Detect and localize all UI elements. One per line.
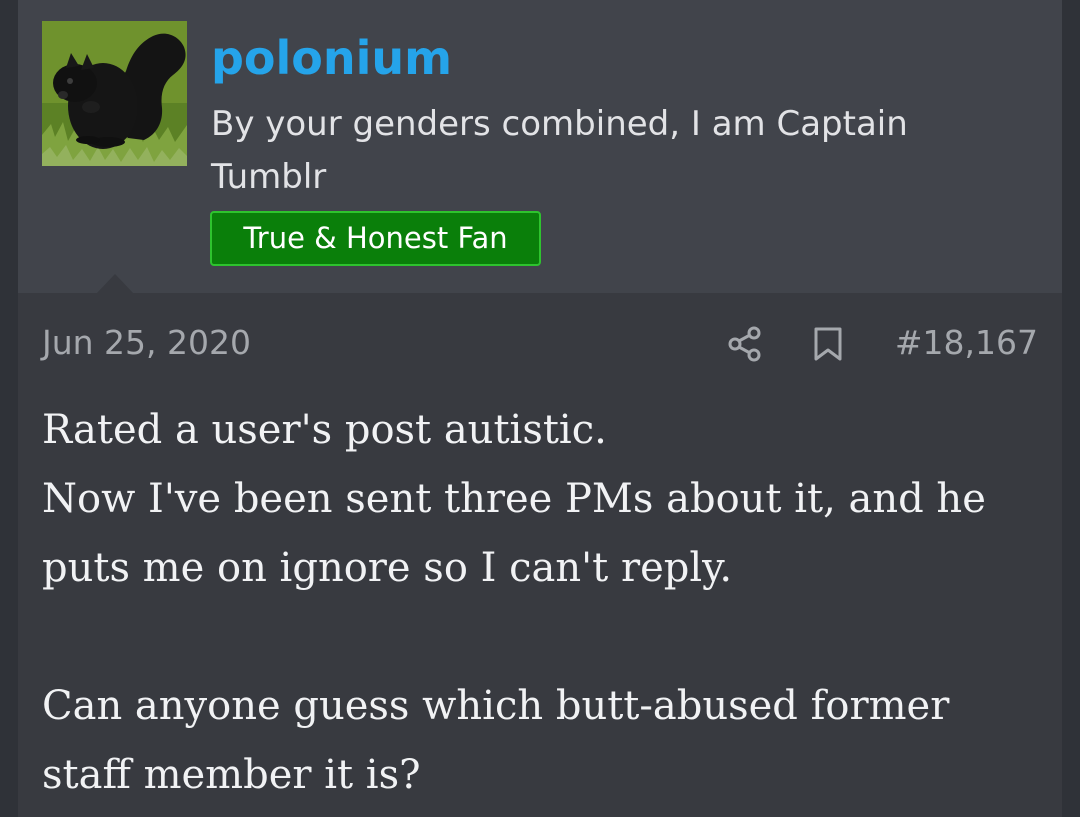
forum-post: polonium By your genders combined, I am … xyxy=(18,0,1062,817)
bookmark-icon[interactable] xyxy=(813,326,843,362)
message-line: Now I've been sent three PMs about it, a… xyxy=(42,476,986,591)
user-title: By your genders combined, I am Captain T… xyxy=(211,104,908,197)
post-number-link[interactable]: #18,167 xyxy=(895,318,1038,368)
message-line: Rated a user's post autistic. xyxy=(42,407,607,453)
message-paragraph-gap xyxy=(42,603,1032,672)
post-date[interactable]: Jun 25, 2020 xyxy=(42,318,251,368)
user-banner: True & Honest Fan xyxy=(210,211,541,266)
post-user-header: polonium By your genders combined, I am … xyxy=(18,0,1062,294)
post-message-body: Rated a user's post autistic. Now I've b… xyxy=(42,396,1032,810)
black-squirrel-avatar-image xyxy=(42,21,187,166)
share-icon[interactable] xyxy=(726,324,766,364)
user-avatar[interactable] xyxy=(42,21,187,166)
message-line: Can anyone guess which butt-abused forme… xyxy=(42,683,950,798)
username-link[interactable]: polonium xyxy=(211,28,452,88)
